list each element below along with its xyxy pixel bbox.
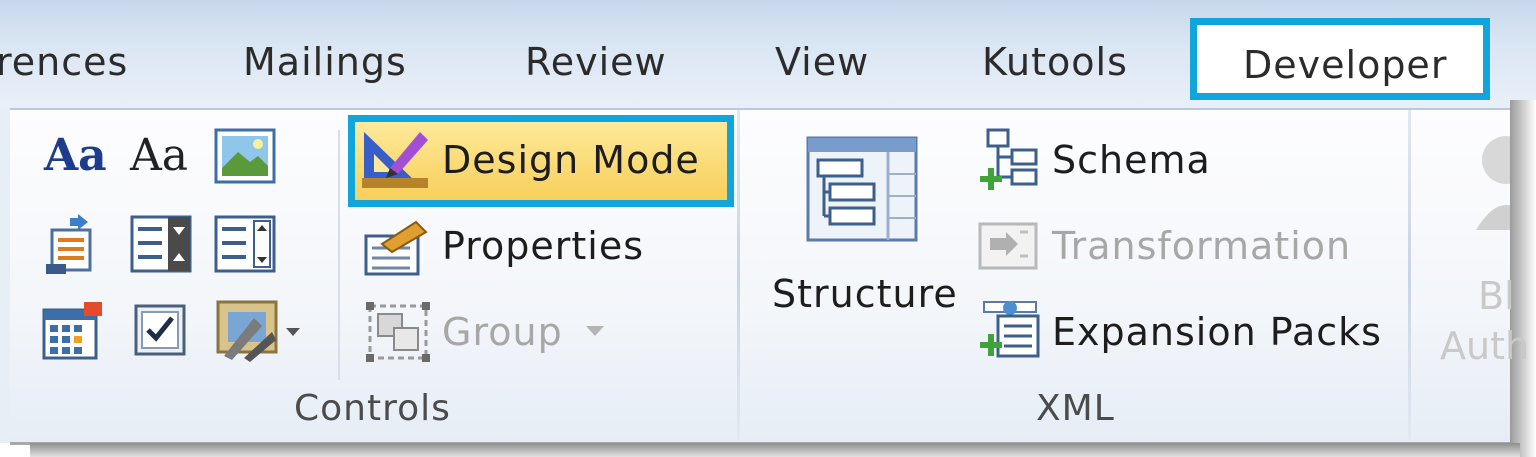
schema-button[interactable]: Schema (1052, 138, 1211, 182)
tab-view[interactable]: View (775, 40, 869, 84)
picture-content-control-icon[interactable] (214, 128, 276, 184)
rich-text-control-button[interactable]: Aa (44, 130, 107, 181)
legacy-tools-icon[interactable] (214, 298, 306, 364)
controls-group-label: Controls (294, 388, 451, 429)
design-mode-label: Design Mode (442, 138, 700, 182)
building-block-gallery-icon[interactable] (44, 212, 104, 276)
group-separator-xml-protect (1408, 110, 1411, 440)
expansion-packs-icon[interactable] (978, 298, 1042, 362)
block-authors-label-line2: Auth (1440, 324, 1530, 368)
properties-button[interactable]: Properties (442, 224, 644, 268)
structure-button[interactable]: Structure (772, 272, 958, 316)
plain-text-control-button[interactable]: Aa (130, 130, 188, 181)
transformation-icon (978, 222, 1038, 270)
group-dropdown-arrow-icon[interactable] (584, 324, 606, 338)
tab-review[interactable]: Review (525, 40, 667, 84)
transformation-button[interactable]: Transformation (1052, 224, 1351, 268)
design-mode-icon (362, 132, 428, 188)
properties-icon[interactable] (364, 220, 432, 276)
tab-developer-label: Developer (1243, 43, 1448, 87)
tab-developer[interactable]: Developer (1190, 18, 1490, 100)
group-button[interactable]: Group (442, 310, 563, 354)
group-icon (366, 302, 430, 362)
combo-box-icon[interactable] (130, 215, 192, 273)
dropdown-list-icon[interactable] (214, 215, 276, 273)
xml-group-label: XML (1036, 388, 1115, 429)
checkbox-icon[interactable] (134, 304, 186, 356)
tab-kutools[interactable]: Kutools (982, 40, 1128, 84)
ribbon-shadow-bottom (30, 443, 1520, 457)
structure-icon[interactable] (804, 134, 920, 244)
tab-mailings[interactable]: Mailings (243, 40, 407, 84)
schema-icon[interactable] (978, 128, 1042, 192)
block-authors-icon[interactable] (1466, 130, 1510, 230)
ribbon-tab-bar: rences Mailings Review View Kutools Deve… (0, 0, 1536, 112)
controls-inner-separator (338, 130, 340, 380)
group-separator-controls-xml (737, 110, 740, 440)
tab-references[interactable]: rences (0, 40, 128, 84)
expansion-packs-button[interactable]: Expansion Packs (1052, 310, 1382, 354)
block-authors-label-line1: Bl (1478, 274, 1515, 318)
date-picker-icon[interactable] (42, 300, 104, 362)
